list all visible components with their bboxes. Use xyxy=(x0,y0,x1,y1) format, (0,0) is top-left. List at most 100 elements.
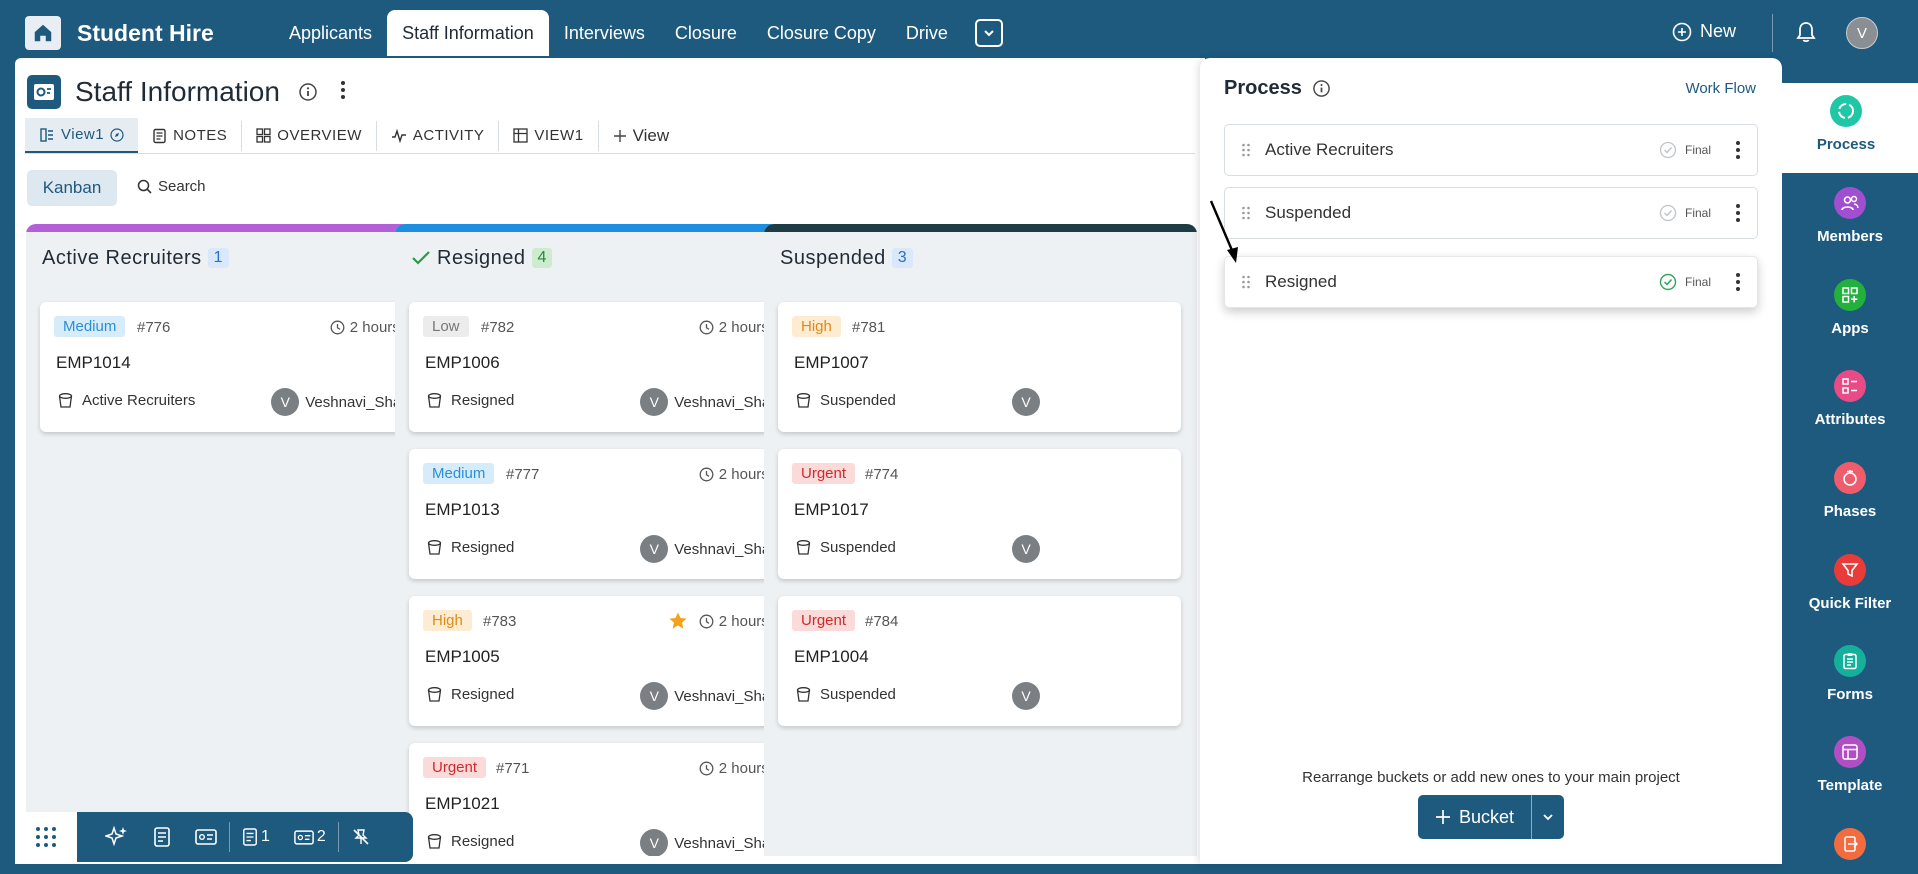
main-panel: Staff Information View1 NOTES OVERVIEW A… xyxy=(15,58,1205,864)
notes-count-button[interactable]: 1 xyxy=(230,812,282,862)
id-card-icon xyxy=(195,829,217,845)
notes-count: 1 xyxy=(261,828,270,845)
rail-quick-filter[interactable]: Quick Filter xyxy=(1782,542,1918,632)
rail-quick-filter-label: Quick Filter xyxy=(1808,595,1892,612)
avatar: V xyxy=(640,388,669,416)
nav-staff-information[interactable]: Staff Information xyxy=(387,10,549,56)
notes-button[interactable] xyxy=(141,812,183,862)
new-button[interactable]: New xyxy=(1672,21,1736,42)
avatar: V xyxy=(1012,388,1040,416)
nav-more-button[interactable] xyxy=(974,19,1003,47)
rail-template[interactable]: Template xyxy=(1782,724,1918,814)
tab-view1[interactable]: View1 xyxy=(25,118,139,153)
column-suspended: Suspended 3 High #781 EMP1007 Suspended … xyxy=(764,224,1197,856)
nav-closure[interactable]: Closure xyxy=(660,10,752,56)
card-title: EMP1005 xyxy=(425,647,500,666)
apps-grid-icon[interactable] xyxy=(15,812,77,862)
bucket-row-dragging[interactable]: Resigned Final xyxy=(1224,256,1758,308)
nav-interviews[interactable]: Interviews xyxy=(549,10,660,56)
kebab-menu-icon[interactable] xyxy=(340,80,346,105)
bell-icon[interactable] xyxy=(1795,20,1817,49)
nav-drive[interactable]: Drive xyxy=(891,10,963,56)
tab-notes-label: NOTES xyxy=(173,127,228,144)
nav-applicants[interactable]: Applicants xyxy=(274,10,387,56)
column-title: Active Recruiters xyxy=(42,246,202,269)
task-card[interactable]: High #783 2 hours ago EMP1005 Resigned V… xyxy=(409,596,812,726)
bucket-name: Active Recruiters xyxy=(1265,140,1394,159)
add-bucket-dropdown[interactable] xyxy=(1532,810,1564,824)
rail-template-label: Template xyxy=(1817,777,1883,794)
add-view-button[interactable]: View xyxy=(599,118,684,153)
avatar: V xyxy=(640,682,669,710)
process-title: Process xyxy=(1224,77,1331,100)
star-icon[interactable] xyxy=(668,611,688,631)
priority-badge: Urgent xyxy=(792,463,856,484)
avatar: V xyxy=(1012,682,1040,710)
final-toggle[interactable]: Final xyxy=(1659,204,1711,222)
kanban-button[interactable]: Kanban xyxy=(27,170,117,206)
add-bucket-main[interactable]: Bucket xyxy=(1418,807,1531,828)
card-bucket-label: Resigned xyxy=(451,686,515,703)
rail-export[interactable] xyxy=(1782,816,1918,874)
rail-members[interactable]: Members xyxy=(1782,175,1918,265)
ai-sparkle-button[interactable] xyxy=(93,812,141,862)
nav-closure-copy[interactable]: Closure Copy xyxy=(752,10,891,56)
unpin-icon xyxy=(353,829,369,845)
top-bar: Student Hire Applicants Staff Informatio… xyxy=(0,0,1918,58)
tab-notes[interactable]: NOTES xyxy=(138,118,241,153)
bucket-name: Resigned xyxy=(1265,272,1337,291)
tab-activity[interactable]: ACTIVITY xyxy=(377,118,499,153)
task-card[interactable]: Urgent #771 2 hours ago EMP1021 Resigned… xyxy=(409,743,812,856)
task-card[interactable]: Urgent #784 EMP1004 Suspended V xyxy=(778,596,1181,726)
task-card[interactable]: Medium #776 2 hours ago EMP1014 Active R… xyxy=(40,302,443,432)
info-icon[interactable] xyxy=(1312,79,1331,98)
drag-handle-icon[interactable] xyxy=(1241,274,1251,290)
clock-icon xyxy=(699,761,714,776)
bucket-row[interactable]: Active Recruiters Final xyxy=(1224,124,1758,176)
priority-badge: Medium xyxy=(54,316,126,337)
rail-attributes[interactable]: Attributes xyxy=(1782,358,1918,448)
rail-phases[interactable]: Phases xyxy=(1782,450,1918,540)
priority-badge: Low xyxy=(423,316,469,337)
bucket-row[interactable]: Suspended Final xyxy=(1224,187,1758,239)
card-title: EMP1014 xyxy=(56,353,131,372)
app-name[interactable]: Student Hire xyxy=(77,20,214,47)
sparkle-icon xyxy=(105,825,127,847)
task-card[interactable]: Medium #777 2 hours ago EMP1013 Resigned… xyxy=(409,449,812,579)
clock-icon xyxy=(699,614,714,629)
info-icon[interactable] xyxy=(298,82,318,107)
home-icon[interactable] xyxy=(25,16,61,50)
search-button[interactable]: Search xyxy=(137,178,206,195)
bottom-tools: 1 2 xyxy=(77,812,413,862)
final-toggle[interactable]: Final xyxy=(1659,273,1711,291)
task-card[interactable]: High #781 EMP1007 Suspended V xyxy=(778,302,1181,432)
drag-handle-icon[interactable] xyxy=(1241,142,1251,158)
final-toggle[interactable]: Final xyxy=(1659,141,1711,159)
rail-process[interactable]: Process xyxy=(1774,83,1918,173)
rail-forms[interactable]: Forms xyxy=(1782,633,1918,723)
template-icon xyxy=(1834,736,1866,768)
rail-apps[interactable]: Apps xyxy=(1782,267,1918,357)
cards-count-button[interactable]: 2 xyxy=(282,812,338,862)
tab-overview[interactable]: OVERVIEW xyxy=(242,118,376,153)
card-view-button[interactable] xyxy=(183,812,229,862)
add-bucket-button[interactable]: Bucket xyxy=(1418,795,1564,839)
kebab-menu-icon[interactable] xyxy=(1735,272,1741,292)
task-card[interactable]: Low #782 2 hours ago EMP1006 Resigned V … xyxy=(409,302,812,432)
workflow-link[interactable]: Work Flow xyxy=(1685,80,1756,97)
kebab-menu-icon[interactable] xyxy=(1735,203,1741,223)
rail-members-label: Members xyxy=(1817,228,1883,245)
export-icon xyxy=(1834,828,1866,860)
unpin-button[interactable] xyxy=(339,812,383,862)
tab-view1-table[interactable]: VIEW1 xyxy=(499,118,597,153)
tab-overview-label: OVERVIEW xyxy=(277,127,362,144)
overview-icon xyxy=(256,128,271,143)
check-circle-icon xyxy=(1659,204,1677,222)
task-card[interactable]: Urgent #774 EMP1017 Suspended V xyxy=(778,449,1181,579)
process-panel: Process Work Flow Active Recruiters Fina… xyxy=(1200,58,1782,864)
bucket-icon xyxy=(427,834,442,849)
right-rail: Process Members Apps Attributes Phases Q… xyxy=(1774,58,1918,874)
user-avatar[interactable]: V xyxy=(1846,17,1878,49)
kebab-menu-icon[interactable] xyxy=(1735,140,1741,160)
tab-view1-table-label: VIEW1 xyxy=(534,127,584,144)
